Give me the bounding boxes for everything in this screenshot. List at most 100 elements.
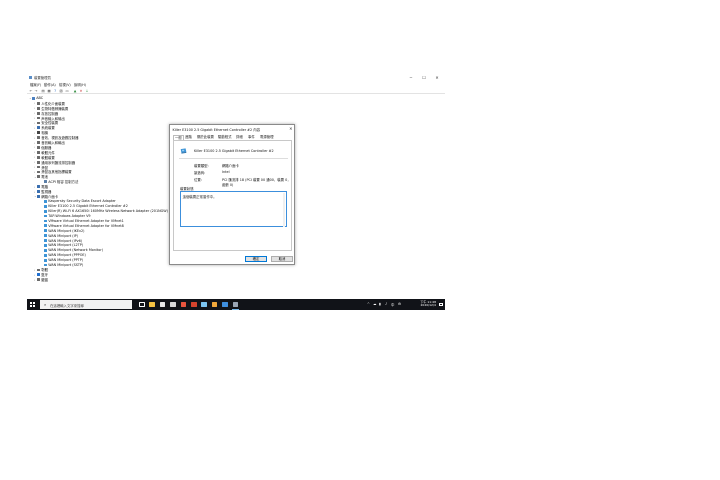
tree-category[interactable]: › 鍵盤 <box>34 277 48 283</box>
monitor-icon[interactable]: ▭ <box>65 89 69 93</box>
view-icon[interactable]: ▧ <box>59 89 63 93</box>
show-hide-tree-icon[interactable]: ▤ <box>41 89 45 93</box>
tree-item-label: WAN Miniport (Network Monitor) <box>48 248 104 253</box>
dialog-titlebar[interactable]: Killer E3100 2.5 Gigabit Ethernet Contro… <box>170 125 294 132</box>
menu-action[interactable]: 動作(A) <box>44 82 56 87</box>
device-name: Killer E3100 2.5 Gigabit Ethernet Contro… <box>194 148 274 153</box>
input-method-icon[interactable]: 中 <box>391 302 394 307</box>
tree-item-label: TAP-Windows Adapter V9 <box>48 214 91 219</box>
device-type-label: 裝置類型: <box>194 164 209 168</box>
back-icon[interactable]: ← <box>29 89 33 93</box>
tree-item-label: Kaspersky Security Data Escort Adapter <box>48 199 116 204</box>
toolbar: ← → ▤ ▦ ? ▧ ▭ ▲ ✕ ↓ <box>27 88 445 94</box>
help-icon[interactable]: ? <box>53 89 57 93</box>
show-hidden-icons-icon[interactable]: ^ <box>367 302 370 306</box>
battery-device-icon <box>44 180 47 184</box>
device-category-icon <box>37 170 40 174</box>
tree-item-label: Killer(R) Wi-Fi 6 AX1650i 160MHz Wireles… <box>48 209 168 214</box>
network-adapter-icon <box>180 148 187 154</box>
device-category-icon <box>37 136 40 140</box>
tree-item-label: WAN Miniport (L2TP) <box>48 243 84 248</box>
status-scrollbar[interactable] <box>283 192 286 228</box>
device-category-icon <box>37 141 40 144</box>
media-player-icon[interactable] <box>191 301 197 307</box>
device-type-value: 網路介面卡 <box>222 164 239 168</box>
store-icon[interactable] <box>159 301 166 307</box>
tree-item-label: WAN Miniport (IP) <box>48 233 78 238</box>
mail-icon[interactable] <box>170 301 176 307</box>
device-category-icon <box>37 165 40 169</box>
tree-item-label: VMware Virtual Ethernet Adapter for VMne… <box>48 218 124 223</box>
device-status-textbox[interactable]: 這個裝置正常運作中。 <box>180 191 287 228</box>
clock[interactable]: 下午 11:48 2020/12/4 <box>420 300 436 308</box>
taskbar: ⌕ 在這裡輸入文字來搜尋 ^ ☁ ▮ ♪ 中 ⚙ 下午 11:48 2020/1… <box>27 299 445 310</box>
menu-file[interactable]: 檔案(F) <box>30 82 41 87</box>
dialog-title: Killer E3100 2.5 Gigabit Ethernet Contro… <box>172 127 261 132</box>
minimize-button[interactable]: ─ <box>406 75 416 81</box>
file-manager-icon[interactable] <box>211 301 218 307</box>
device-manager-icon[interactable] <box>231 301 239 309</box>
manufacturer-label: 製造商: <box>194 171 206 175</box>
file-explorer-icon[interactable] <box>149 301 155 307</box>
device-category-icon <box>37 150 40 154</box>
network-adapter-icon <box>44 199 47 203</box>
dialog-close-button[interactable]: ✕ <box>289 126 292 131</box>
device-category-icon <box>37 106 40 110</box>
taskbar-search-box[interactable]: ⌕ 在這裡輸入文字來搜尋 <box>40 299 132 310</box>
close-button[interactable]: ✕ <box>432 75 442 81</box>
volume-icon[interactable]: ♪ <box>385 302 387 306</box>
tree-item-label: WAN Miniport (IKEv2) <box>48 228 85 233</box>
device-category-icon <box>37 268 40 272</box>
browser-icon[interactable] <box>180 301 187 307</box>
menu-help[interactable]: 說明(H) <box>74 82 86 87</box>
tree-item-label: WAN Miniport (PPTP) <box>48 258 84 263</box>
settings-tray-icon[interactable]: ⚙ <box>398 302 401 306</box>
task-view-icon[interactable] <box>139 301 145 307</box>
tree-item-label: Killer E3100 2.5 Gigabit Ethernet Contro… <box>48 204 128 209</box>
scan-hardware-icon[interactable]: ↓ <box>85 89 89 93</box>
cancel-button[interactable]: 取消 <box>271 255 293 262</box>
network-category-icon <box>37 195 40 198</box>
properties-icon[interactable]: ▦ <box>47 89 51 93</box>
network-adapter-icon <box>44 229 47 233</box>
device-category-icon <box>37 278 40 282</box>
ok-button[interactable]: 確定 <box>245 255 267 262</box>
device-category-icon <box>37 116 40 120</box>
network-adapter-icon <box>44 234 47 238</box>
screen: 裝置管理員 ─ ☐ ✕ 檔案(F) 動作(A) 檢視(V) 說明(H) ← → … <box>27 74 445 310</box>
device-category-icon <box>37 185 40 189</box>
app-icon[interactable] <box>201 301 207 307</box>
manufacturer-value: Intel <box>222 170 230 174</box>
windows-start-icon[interactable] <box>30 302 35 307</box>
menu-view[interactable]: 檢視(V) <box>59 82 71 87</box>
general-tab-panel: Killer E3100 2.5 Gigabit Ethernet Contro… <box>173 140 292 251</box>
divider <box>179 157 288 158</box>
device-manager-icon <box>29 76 32 79</box>
menu-bar: 檔案(F) 動作(A) 檢視(V) 說明(H) <box>27 81 445 87</box>
window-titlebar[interactable]: 裝置管理員 ─ ☐ ✕ <box>27 74 445 81</box>
network-adapter-icon <box>44 258 47 262</box>
network-adapter-icon <box>44 239 47 242</box>
device-status-text: 這個裝置正常運作中。 <box>182 194 217 199</box>
tree-root-label: ABC <box>36 96 44 101</box>
tree-item-label: 鍵盤 <box>41 278 48 283</box>
remove-device-icon[interactable]: ✕ <box>79 89 83 93</box>
device-category-icon <box>37 126 40 130</box>
network-adapter-icon <box>44 209 47 213</box>
forward-icon[interactable]: → <box>34 89 38 93</box>
maximize-button[interactable]: ☐ <box>419 75 429 81</box>
location-label: 位置: <box>194 178 202 182</box>
network-adapter-icon <box>44 219 47 223</box>
battery-icon[interactable]: ▮ <box>379 302 381 306</box>
device-category-icon <box>37 155 40 159</box>
notification-center-icon[interactable] <box>438 302 443 307</box>
tree-item-label: ACPI 相容 控制方法 <box>48 180 79 185</box>
onedrive-icon[interactable]: ☁ <box>373 302 376 306</box>
search-placeholder: 在這裡輸入文字來搜尋 <box>50 303 84 308</box>
update-driver-icon[interactable]: ▲ <box>73 89 77 93</box>
settings-window-icon[interactable] <box>222 301 228 307</box>
device-category-icon <box>37 131 40 135</box>
computer-icon <box>32 97 35 100</box>
network-adapter-icon <box>44 224 47 228</box>
window-title: 裝置管理員 <box>34 76 51 81</box>
